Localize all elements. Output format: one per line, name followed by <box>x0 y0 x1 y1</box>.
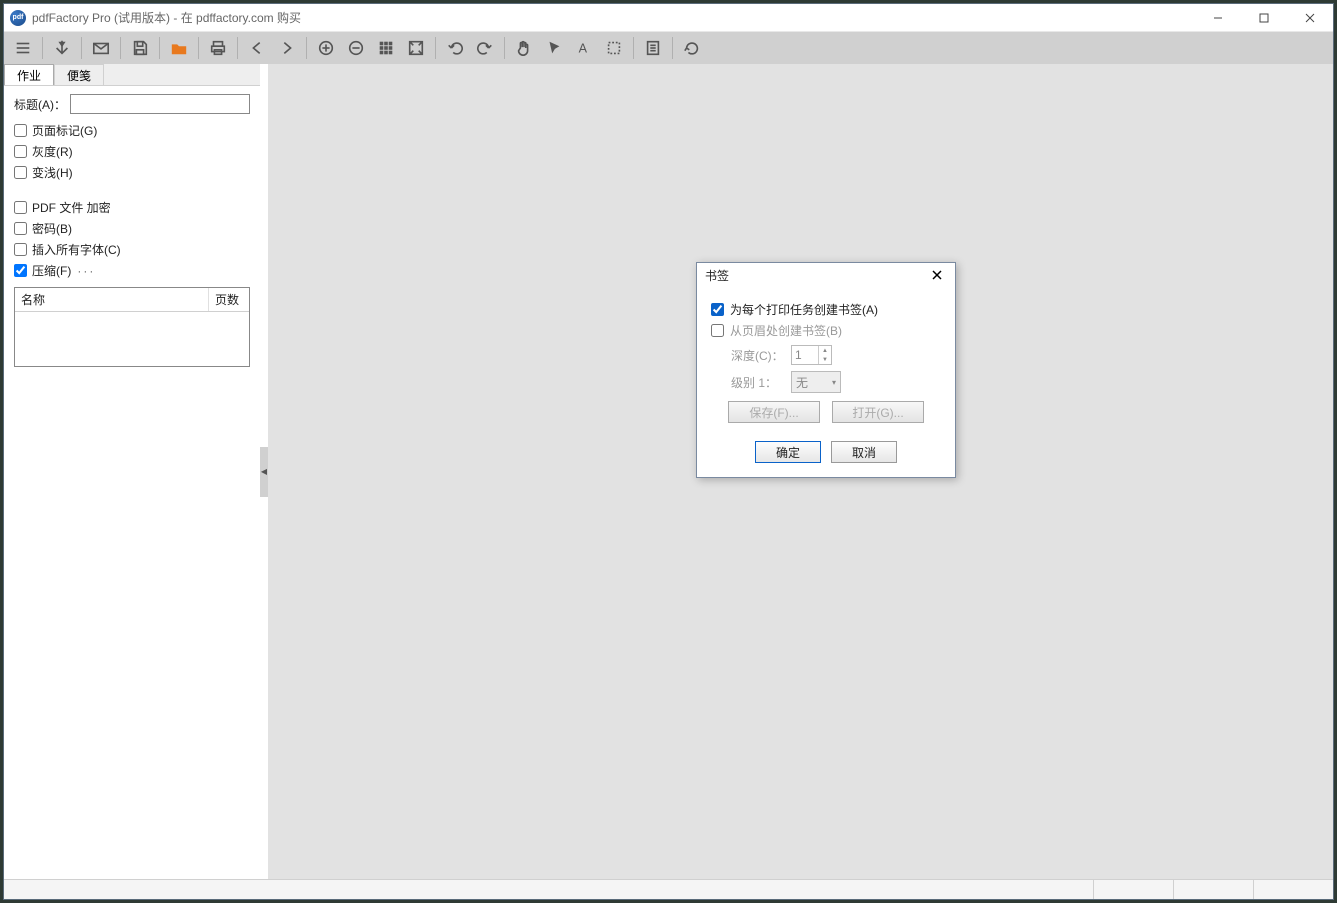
text-icon[interactable]: A <box>569 34 599 62</box>
dialog-close-button[interactable] <box>927 265 947 285</box>
minimize-button[interactable] <box>1195 4 1241 32</box>
compress-checkbox[interactable]: 压缩(F)··· <box>14 262 250 279</box>
embed-fonts-checkbox[interactable]: 插入所有字体(C) <box>14 241 250 258</box>
status-cell-1 <box>1093 880 1173 899</box>
zoom-in-icon[interactable] <box>311 34 341 62</box>
body: 作业 便笺 标题(A)： 页面标记(G) 灰度(R) 变浅(H) PDF 文件 … <box>4 64 1333 879</box>
titlebar: pdf pdfFactory Pro (试用版本) - 在 pdffactory… <box>4 4 1333 32</box>
toolbar: A <box>4 32 1333 64</box>
depth-input[interactable] <box>792 346 818 364</box>
separator <box>672 37 673 59</box>
redo-icon[interactable] <box>470 34 500 62</box>
password-checkbox[interactable]: 密码(B) <box>14 220 250 237</box>
compress-more-icon[interactable]: ··· <box>77 264 95 278</box>
app-window: pdf pdfFactory Pro (试用版本) - 在 pdffactory… <box>3 3 1334 900</box>
dialog-footer: 确定 取消 <box>711 441 941 463</box>
col-pages[interactable]: 页数 <box>209 288 249 311</box>
select-icon[interactable] <box>599 34 629 62</box>
save-button[interactable]: 保存(F)... <box>728 401 820 423</box>
sidebar: 作业 便笺 标题(A)： 页面标记(G) 灰度(R) 变浅(H) PDF 文件 … <box>4 64 260 879</box>
status-cell-2 <box>1173 880 1253 899</box>
tab-notes[interactable]: 便笺 <box>54 64 104 85</box>
separator <box>81 37 82 59</box>
ok-button[interactable]: 确定 <box>755 441 821 463</box>
sidebar-tabs: 作业 便笺 <box>4 64 260 86</box>
refresh-icon[interactable] <box>677 34 707 62</box>
title-input[interactable] <box>70 94 250 114</box>
zoom-out-icon[interactable] <box>341 34 371 62</box>
opt-each-job-checkbox[interactable]: 为每个打印任务创建书签(A) <box>711 301 941 318</box>
opt-from-header-checkbox[interactable]: 从页眉处创建书签(B) <box>711 322 941 339</box>
content-area[interactable]: 书签 为每个打印任务创建书签(A) 从页眉处创建书签(B) 深度(C)： ▲▼ <box>268 64 1333 879</box>
svg-text:A: A <box>579 42 588 56</box>
level-value: 无 <box>796 374 808 391</box>
hand-icon[interactable] <box>509 34 539 62</box>
separator <box>306 37 307 59</box>
job-list[interactable]: 名称 页数 <box>14 287 250 367</box>
separator <box>159 37 160 59</box>
window-title: pdfFactory Pro (试用版本) - 在 pdffactory.com… <box>32 9 301 26</box>
bookmark-dialog: 书签 为每个打印任务创建书签(A) 从页眉处创建书签(B) 深度(C)： ▲▼ <box>696 262 956 478</box>
dialog-titlebar[interactable]: 书签 <box>697 263 955 287</box>
statusbar <box>4 879 1333 899</box>
maximize-button[interactable] <box>1241 4 1287 32</box>
fade-checkbox[interactable]: 变浅(H) <box>14 164 250 181</box>
separator <box>633 37 634 59</box>
pointer-icon[interactable] <box>539 34 569 62</box>
chevron-down-icon: ▾ <box>832 378 836 387</box>
print-icon[interactable] <box>203 34 233 62</box>
splitter-handle-icon[interactable]: ◀ <box>260 447 268 497</box>
separator <box>120 37 121 59</box>
undo-icon[interactable] <box>440 34 470 62</box>
spinner-buttons[interactable]: ▲▼ <box>818 346 831 364</box>
depth-spinner[interactable]: ▲▼ <box>791 345 832 365</box>
dialog-body: 为每个打印任务创建书签(A) 从页眉处创建书签(B) 深度(C)： ▲▼ 级别 … <box>697 287 955 477</box>
separator <box>198 37 199 59</box>
back-icon[interactable] <box>242 34 272 62</box>
open-icon[interactable] <box>164 34 194 62</box>
title-label: 标题(A)： <box>14 96 66 113</box>
tab-job[interactable]: 作业 <box>4 64 54 85</box>
menu-icon[interactable] <box>8 34 38 62</box>
dialog-title: 书签 <box>705 267 729 284</box>
job-panel: 标题(A)： 页面标记(G) 灰度(R) 变浅(H) PDF 文件 加密 密码(… <box>4 86 260 375</box>
pdf-icon[interactable] <box>47 34 77 62</box>
spin-up-icon[interactable]: ▲ <box>819 346 831 355</box>
separator <box>42 37 43 59</box>
forward-icon[interactable] <box>272 34 302 62</box>
separator <box>504 37 505 59</box>
open-button[interactable]: 打开(G)... <box>832 401 924 423</box>
grid-icon[interactable] <box>371 34 401 62</box>
depth-row: 深度(C)： ▲▼ <box>731 345 941 365</box>
encrypt-checkbox[interactable]: PDF 文件 加密 <box>14 199 250 216</box>
col-name[interactable]: 名称 <box>15 288 209 311</box>
dialog-button-row: 保存(F)... 打开(G)... <box>711 401 941 423</box>
level-combo[interactable]: 无 ▾ <box>791 371 841 393</box>
cancel-button[interactable]: 取消 <box>831 441 897 463</box>
page-mark-checkbox[interactable]: 页面标记(G) <box>14 122 250 139</box>
fit-icon[interactable] <box>401 34 431 62</box>
depth-label: 深度(C)： <box>731 347 791 364</box>
caption-buttons <box>1195 4 1333 32</box>
title-field-row: 标题(A)： <box>14 94 250 114</box>
status-cell-3 <box>1253 880 1333 899</box>
note-icon[interactable] <box>638 34 668 62</box>
list-header: 名称 页数 <box>15 288 249 312</box>
mail-icon[interactable] <box>86 34 116 62</box>
level-label: 级别 1： <box>731 374 791 391</box>
splitter[interactable]: ◀ <box>260 64 268 879</box>
gray-checkbox[interactable]: 灰度(R) <box>14 143 250 160</box>
separator <box>435 37 436 59</box>
app-icon: pdf <box>10 10 26 26</box>
level-row: 级别 1： 无 ▾ <box>731 371 941 393</box>
separator <box>237 37 238 59</box>
spin-down-icon[interactable]: ▼ <box>819 355 831 364</box>
save-icon[interactable] <box>125 34 155 62</box>
close-button[interactable] <box>1287 4 1333 32</box>
